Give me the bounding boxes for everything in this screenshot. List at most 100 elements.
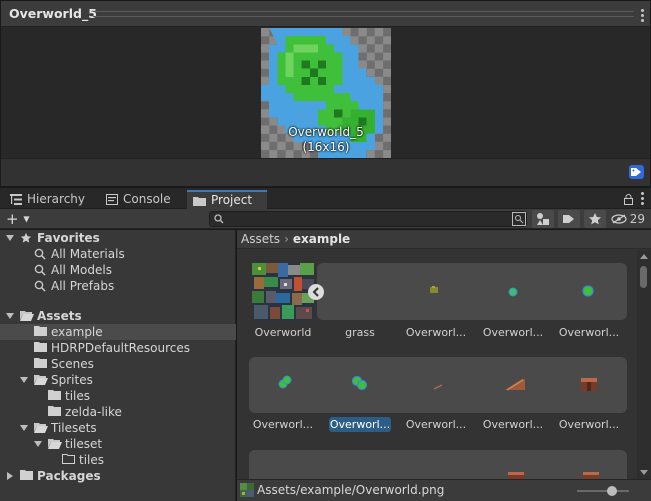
tree-label: Packages xyxy=(37,469,101,483)
expand-arrow-icon[interactable] xyxy=(6,234,14,242)
breadcrumb-example[interactable]: example xyxy=(293,232,350,246)
preview-menu-icon[interactable] xyxy=(641,9,645,24)
tab-bar: Hierarchy Console Project xyxy=(0,188,651,209)
expanded-sprite-strip xyxy=(317,263,627,320)
breadcrumb-assets[interactable]: Assets xyxy=(241,232,280,246)
tree-label: All Materials xyxy=(51,247,125,261)
tag-icon xyxy=(563,215,574,223)
pond-sprite[interactable] xyxy=(508,287,518,297)
roof-sprite[interactable] xyxy=(504,377,526,391)
folder-icon xyxy=(20,470,33,480)
search-filter-icon xyxy=(512,212,526,226)
tree-item-all-models[interactable]: All Models xyxy=(0,262,236,278)
sprite-name: Overworld_5 xyxy=(288,125,364,139)
tab-label: Hierarchy xyxy=(27,192,86,206)
project-content: Assets › example Overworld grass Overwor… xyxy=(237,230,651,501)
tree-item-hdrp[interactable]: HDRPDefaultResources xyxy=(0,340,236,356)
search-icon xyxy=(34,248,46,260)
filter-by-type-button[interactable] xyxy=(532,210,554,228)
folder-open-icon xyxy=(34,423,48,433)
scroll-down-icon[interactable] xyxy=(640,470,648,475)
expand-arrow-icon[interactable] xyxy=(20,376,28,384)
asset-label: Overworl... xyxy=(482,326,544,339)
asset-label: Overworl... xyxy=(482,418,544,431)
search-icon xyxy=(34,280,46,292)
tree-label: Tilesets xyxy=(51,421,97,435)
filter-by-label-button[interactable] xyxy=(558,210,580,228)
collapse-button[interactable] xyxy=(308,284,324,300)
pond-sprite[interactable] xyxy=(277,374,293,390)
tree-label: All Models xyxy=(51,263,112,277)
tree-item-sprites[interactable]: Sprites xyxy=(0,372,236,388)
hidden-packages-toggle[interactable]: 29 xyxy=(611,212,645,226)
house-sprite[interactable] xyxy=(507,470,525,479)
folder-icon xyxy=(34,342,47,352)
tree-item-tileset-tiles[interactable]: tiles xyxy=(0,452,236,468)
asset-label: Overworld xyxy=(254,326,312,339)
tree-item-favorites[interactable]: Favorites xyxy=(0,230,236,246)
preview-header: Overworld_5 xyxy=(1,1,650,27)
asset-overworld[interactable] xyxy=(252,263,314,321)
create-button[interactable]: + ▼ xyxy=(6,211,36,227)
tree-item-zelda-like[interactable]: zelda-like xyxy=(0,404,236,420)
asset-label: Overworl... xyxy=(405,326,467,339)
search-options-button[interactable] xyxy=(510,210,528,228)
asset-label: Overworl... xyxy=(405,418,467,431)
tree-item-packages[interactable]: Packages xyxy=(0,468,236,484)
tab-project[interactable]: Project xyxy=(187,190,267,209)
tree-label: Favorites xyxy=(37,231,100,245)
folder-icon xyxy=(34,326,47,336)
grass-sprite[interactable] xyxy=(428,285,440,295)
search-field[interactable] xyxy=(209,211,527,227)
drag-handle[interactable] xyxy=(93,11,634,17)
asset-label: Overworl... xyxy=(252,418,314,431)
project-toolbar: + ▼ 29 xyxy=(0,209,651,229)
pond-sprite[interactable] xyxy=(582,285,594,297)
tree-label: tiles xyxy=(65,389,91,403)
tree-item-scenes[interactable]: Scenes xyxy=(0,356,236,372)
folder-icon xyxy=(48,406,61,416)
thumbnail-size-slider[interactable] xyxy=(577,486,629,496)
search-icon xyxy=(214,214,224,224)
asset-label-selected[interactable]: Overworl... xyxy=(329,417,391,432)
project-folder-tree: Favorites All Materials All Models All P… xyxy=(0,230,236,501)
tree-label: zelda-like xyxy=(65,405,122,419)
tab-bar-actions xyxy=(624,192,645,207)
tree-item-tileset[interactable]: tileset xyxy=(0,436,236,452)
tab-console[interactable]: Console xyxy=(100,190,177,209)
vertical-scrollbar[interactable] xyxy=(637,250,651,479)
wall-sprite[interactable] xyxy=(433,384,443,390)
slider-knob[interactable] xyxy=(607,486,617,496)
search-input[interactable] xyxy=(228,212,508,226)
tab-menu-icon[interactable] xyxy=(641,192,645,207)
scroll-thumb[interactable] xyxy=(640,266,647,288)
sprite-size: (16x16) xyxy=(302,140,350,154)
hidden-count: 29 xyxy=(629,212,645,226)
tab-hierarchy[interactable]: Hierarchy xyxy=(4,190,91,209)
folder-open-icon xyxy=(20,311,34,321)
expand-arrow-icon[interactable] xyxy=(6,312,14,320)
tab-label: Project xyxy=(211,193,253,207)
house-sprite[interactable] xyxy=(582,470,600,479)
tree-item-example[interactable]: example xyxy=(0,324,236,340)
pond-sprite[interactable] xyxy=(351,374,369,392)
house-sprite[interactable] xyxy=(580,375,598,391)
sprite-caption: Overworld_5 (16x16) xyxy=(261,125,391,155)
chevron-left-icon xyxy=(312,287,319,297)
expand-arrow-icon[interactable] xyxy=(34,440,42,448)
favorites-button[interactable] xyxy=(584,210,606,228)
scroll-up-icon[interactable] xyxy=(640,254,648,259)
tree-item-all-materials[interactable]: All Materials xyxy=(0,246,236,262)
expand-arrow-icon[interactable] xyxy=(20,424,28,432)
plus-icon: + xyxy=(6,210,19,228)
label-icon[interactable] xyxy=(629,165,644,179)
chevron-down-icon: ▼ xyxy=(23,214,30,224)
tree-item-assets[interactable]: Assets xyxy=(0,308,236,324)
tree-label: Scenes xyxy=(51,357,94,371)
eye-slash-icon xyxy=(611,214,627,224)
tree-item-tilesets[interactable]: Tilesets xyxy=(0,420,236,436)
collapse-arrow-icon[interactable] xyxy=(6,472,14,480)
lock-icon[interactable] xyxy=(624,194,633,205)
tree-item-all-prefabs[interactable]: All Prefabs xyxy=(0,278,236,294)
tree-item-tiles[interactable]: tiles xyxy=(0,388,236,404)
